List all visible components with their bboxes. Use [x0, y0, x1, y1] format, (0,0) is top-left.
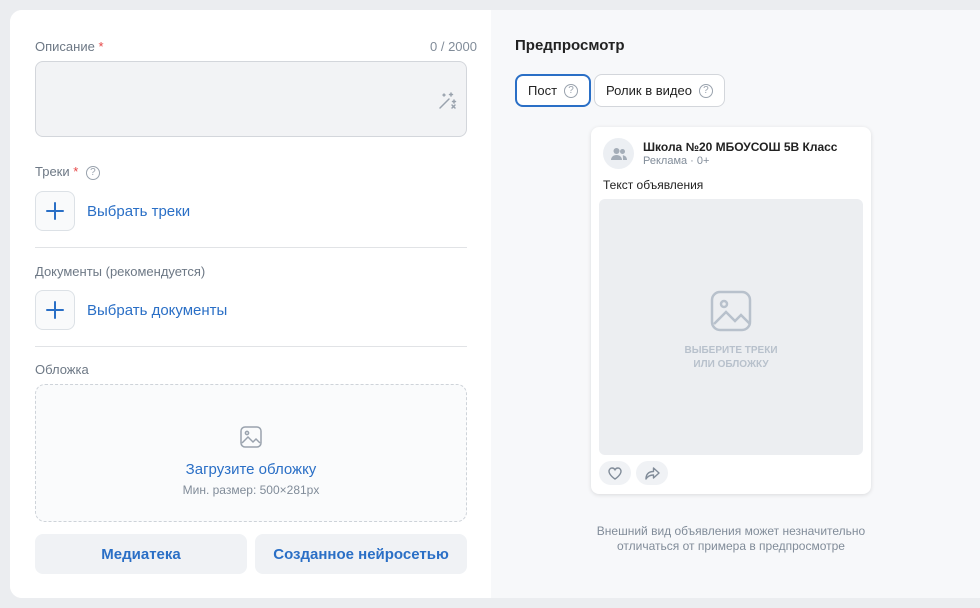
preview-note-line: отличаться от примера в предпросмотре [617, 539, 845, 553]
ad-text: Текст объявления [603, 178, 704, 192]
description-label-text: Описание [35, 39, 95, 54]
help-icon[interactable]: ? [698, 83, 713, 98]
cover-label: Обложка [35, 362, 89, 377]
avatar [603, 138, 634, 169]
cover-dropzone[interactable]: Загрузите обложку Мин. размер: 500×281px [35, 384, 467, 522]
preview-note-line: Внешний вид объявления может незначитель… [596, 524, 866, 538]
form-panel: Описание * 0 / 2000 Треки * ? Выбрать тр… [10, 10, 491, 598]
select-documents-link[interactable]: Выбрать документы [87, 302, 227, 319]
preview-title: Предпросмотр [515, 37, 625, 54]
share-icon [644, 466, 660, 480]
media-placeholder-text: ВЫБЕРИТЕ ТРЕКИ ИЛИ ОБЛОЖКУ [599, 344, 863, 372]
select-tracks-row[interactable]: Выбрать треки [35, 191, 190, 231]
media-library-button[interactable]: Медиатека [35, 534, 247, 574]
help-icon[interactable]: ? [85, 166, 100, 180]
tracks-label-text: Треки [35, 164, 70, 179]
required-mark: * [98, 39, 104, 54]
cover-size-hint: Мин. размер: 500×281px [182, 483, 320, 497]
select-tracks-link[interactable]: Выбрать треки [87, 203, 190, 220]
plus-icon [46, 301, 64, 319]
tab-video-clip[interactable]: Ролик в видео ? [594, 74, 725, 107]
image-icon [710, 290, 752, 332]
heart-icon [608, 466, 622, 480]
preview-panel: Предпросмотр Пост ? Ролик в видео ? Школ… [491, 10, 980, 598]
tab-post-label: Пост [528, 83, 558, 98]
placeholder-line: ИЛИ ОБЛОЖКУ [693, 359, 769, 370]
ad-editor-card: Описание * 0 / 2000 Треки * ? Выбрать тр… [10, 10, 980, 598]
add-tracks-button[interactable] [35, 191, 75, 231]
required-mark: * [73, 164, 79, 179]
post-preview-card: Школа №20 МБОУСОШ 5В Класс Реклама · 0+ … [591, 127, 871, 494]
select-documents-row[interactable]: Выбрать документы [35, 290, 227, 330]
add-documents-button[interactable] [35, 290, 75, 330]
cover-upload-link[interactable]: Загрузите обложку [36, 461, 466, 478]
like-button[interactable] [599, 461, 631, 485]
description-counter: 0 / 2000 [430, 39, 477, 54]
description-textarea[interactable] [35, 61, 467, 137]
ad-meta: Реклама · 0+ [643, 155, 710, 167]
plus-icon [46, 202, 64, 220]
media-placeholder: ВЫБЕРИТЕ ТРЕКИ ИЛИ ОБЛОЖКУ [599, 199, 863, 455]
users-icon [610, 147, 627, 160]
ai-generated-button[interactable]: Созданное нейросетью [255, 534, 467, 574]
placeholder-line: ВЫБЕРИТЕ ТРЕКИ [684, 345, 778, 356]
divider [35, 247, 467, 248]
tab-post[interactable]: Пост ? [515, 74, 592, 107]
tab-video-clip-label: Ролик в видео [606, 83, 692, 98]
divider [35, 346, 467, 347]
magic-wand-icon[interactable] [437, 91, 457, 111]
preview-note: Внешний вид объявления может незначитель… [591, 524, 871, 554]
description-label: Описание * [35, 39, 104, 54]
image-icon [240, 426, 262, 448]
org-name: Школа №20 МБОУСОШ 5В Класс [643, 140, 838, 154]
documents-label: Документы (рекомендуется) [35, 264, 206, 279]
help-icon[interactable]: ? [564, 83, 579, 98]
tracks-label: Треки * ? [35, 164, 100, 180]
share-button[interactable] [636, 461, 668, 485]
